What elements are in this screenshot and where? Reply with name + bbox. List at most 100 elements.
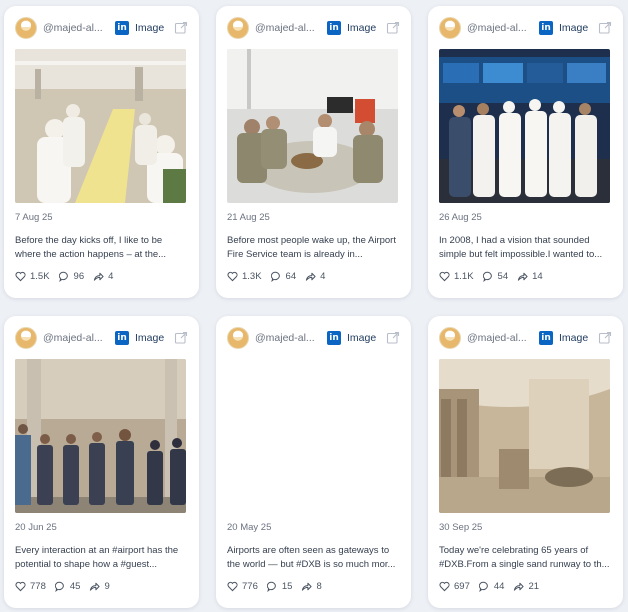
post-date: 21 Aug 25 [227, 212, 270, 223]
post-media[interactable] [227, 49, 398, 203]
shares-stat: 14 [517, 271, 543, 282]
post-image [15, 359, 186, 513]
shares-count: 4 [108, 271, 114, 282]
shares-count: 9 [104, 581, 110, 592]
post-image [439, 359, 610, 513]
post-stats: 1.3K 64 4 [227, 271, 400, 282]
author-handle[interactable]: @majed-al... [467, 332, 539, 344]
post-type-label: Image [559, 332, 589, 344]
likes-count: 1.5K [30, 271, 50, 282]
post-caption: Before most people wake up, the Airport … [227, 235, 396, 260]
comments-stat: 15 [266, 581, 292, 592]
post-date: 30 Sep 25 [439, 522, 483, 533]
post-type-label: Image [135, 332, 165, 344]
external-link-icon[interactable] [598, 331, 612, 345]
comment-icon [482, 271, 492, 282]
comments-stat: 44 [478, 581, 505, 592]
post-card[interactable]: @majed-al... in Image 30 Sep 25 Today we… [428, 316, 623, 608]
avatar[interactable] [15, 17, 37, 39]
post-type-label: Image [347, 22, 377, 34]
post-caption: Today we're celebrating 65 years of #DXB… [439, 545, 610, 570]
post-image [439, 49, 610, 203]
shares-stat: 4 [305, 271, 325, 282]
likes-stat: 1.3K [227, 271, 262, 282]
likes-stat: 697 [439, 581, 470, 592]
shares-stat: 21 [513, 581, 539, 592]
author-handle[interactable]: @majed-al... [43, 332, 115, 344]
share-icon [302, 582, 313, 591]
comment-icon [266, 581, 276, 592]
author-handle[interactable]: @majed-al... [467, 22, 539, 34]
comments-stat: 45 [54, 581, 80, 592]
card-header: @majed-al... in Image [439, 326, 612, 350]
author-handle[interactable]: @majed-al... [43, 22, 115, 34]
post-stats: 697 44 21 [439, 581, 612, 592]
post-image [15, 49, 186, 203]
card-header: @majed-al... in Image [15, 326, 188, 350]
post-media[interactable] [15, 49, 186, 203]
author-handle[interactable]: @majed-al... [255, 332, 327, 344]
shares-count: 14 [532, 271, 543, 282]
post-media[interactable] [439, 359, 610, 513]
avatar[interactable] [227, 17, 249, 39]
post-card[interactable]: @majed-al... in Image [428, 6, 623, 298]
likes-count: 778 [30, 581, 46, 592]
comments-count: 96 [73, 271, 85, 282]
avatar[interactable] [439, 17, 461, 39]
heart-icon [15, 581, 26, 592]
post-type-label: Image [347, 332, 377, 344]
post-card[interactable]: @majed-al... in Image [216, 6, 411, 298]
avatar[interactable] [15, 327, 37, 349]
post-image-placeholder [227, 359, 398, 513]
comments-count: 54 [497, 271, 509, 282]
heart-icon [227, 581, 238, 592]
comment-icon [58, 271, 68, 282]
likes-stat: 1.5K [15, 271, 50, 282]
shares-stat: 4 [93, 271, 113, 282]
post-date: 7 Aug 25 [15, 212, 53, 223]
author-handle[interactable]: @majed-al... [255, 22, 327, 34]
post-media[interactable] [439, 49, 610, 203]
post-date: 20 May 25 [227, 522, 272, 533]
post-media[interactable] [15, 359, 186, 513]
post-caption: Before the day kicks off, I like to be w… [15, 235, 167, 260]
comment-icon [54, 581, 64, 592]
likes-stat: 778 [15, 581, 46, 592]
likes-count: 1.3K [242, 271, 262, 282]
likes-count: 697 [454, 581, 470, 592]
shares-stat: 9 [89, 581, 110, 592]
shares-count: 21 [528, 581, 540, 592]
external-link-icon[interactable] [386, 331, 400, 345]
share-icon [517, 272, 528, 281]
avatar[interactable] [439, 327, 461, 349]
heart-icon [439, 271, 450, 282]
heart-icon [15, 271, 26, 282]
share-icon [93, 272, 104, 281]
linkedin-icon: in [539, 21, 553, 35]
post-type-label: Image [135, 22, 165, 34]
likes-count: 776 [242, 581, 258, 592]
comments-count: 44 [493, 581, 505, 592]
share-icon [90, 582, 101, 591]
card-header: @majed-al... in Image [227, 16, 400, 40]
heart-icon [227, 271, 238, 282]
external-link-icon[interactable] [174, 21, 188, 35]
post-stats: 778 45 9 [15, 581, 188, 592]
external-link-icon[interactable] [386, 21, 400, 35]
post-card[interactable]: @majed-al... in Image 20 May 25 Airports… [216, 316, 411, 608]
comment-icon [270, 271, 280, 282]
comments-stat: 54 [482, 271, 509, 282]
linkedin-icon: in [327, 331, 341, 345]
external-link-icon[interactable] [174, 331, 188, 345]
linkedin-icon: in [115, 331, 129, 345]
post-stats: 1.5K 96 4 [15, 271, 188, 282]
post-date: 20 Jun 25 [15, 522, 57, 533]
post-image [227, 49, 398, 203]
post-type-label: Image [559, 22, 589, 34]
external-link-icon[interactable] [598, 21, 612, 35]
post-card[interactable]: @majed-al... in Image [4, 316, 199, 608]
likes-stat: 776 [227, 581, 258, 592]
comment-icon [478, 581, 488, 592]
avatar[interactable] [227, 327, 249, 349]
post-card[interactable]: @majed-al... in Image [4, 6, 199, 298]
